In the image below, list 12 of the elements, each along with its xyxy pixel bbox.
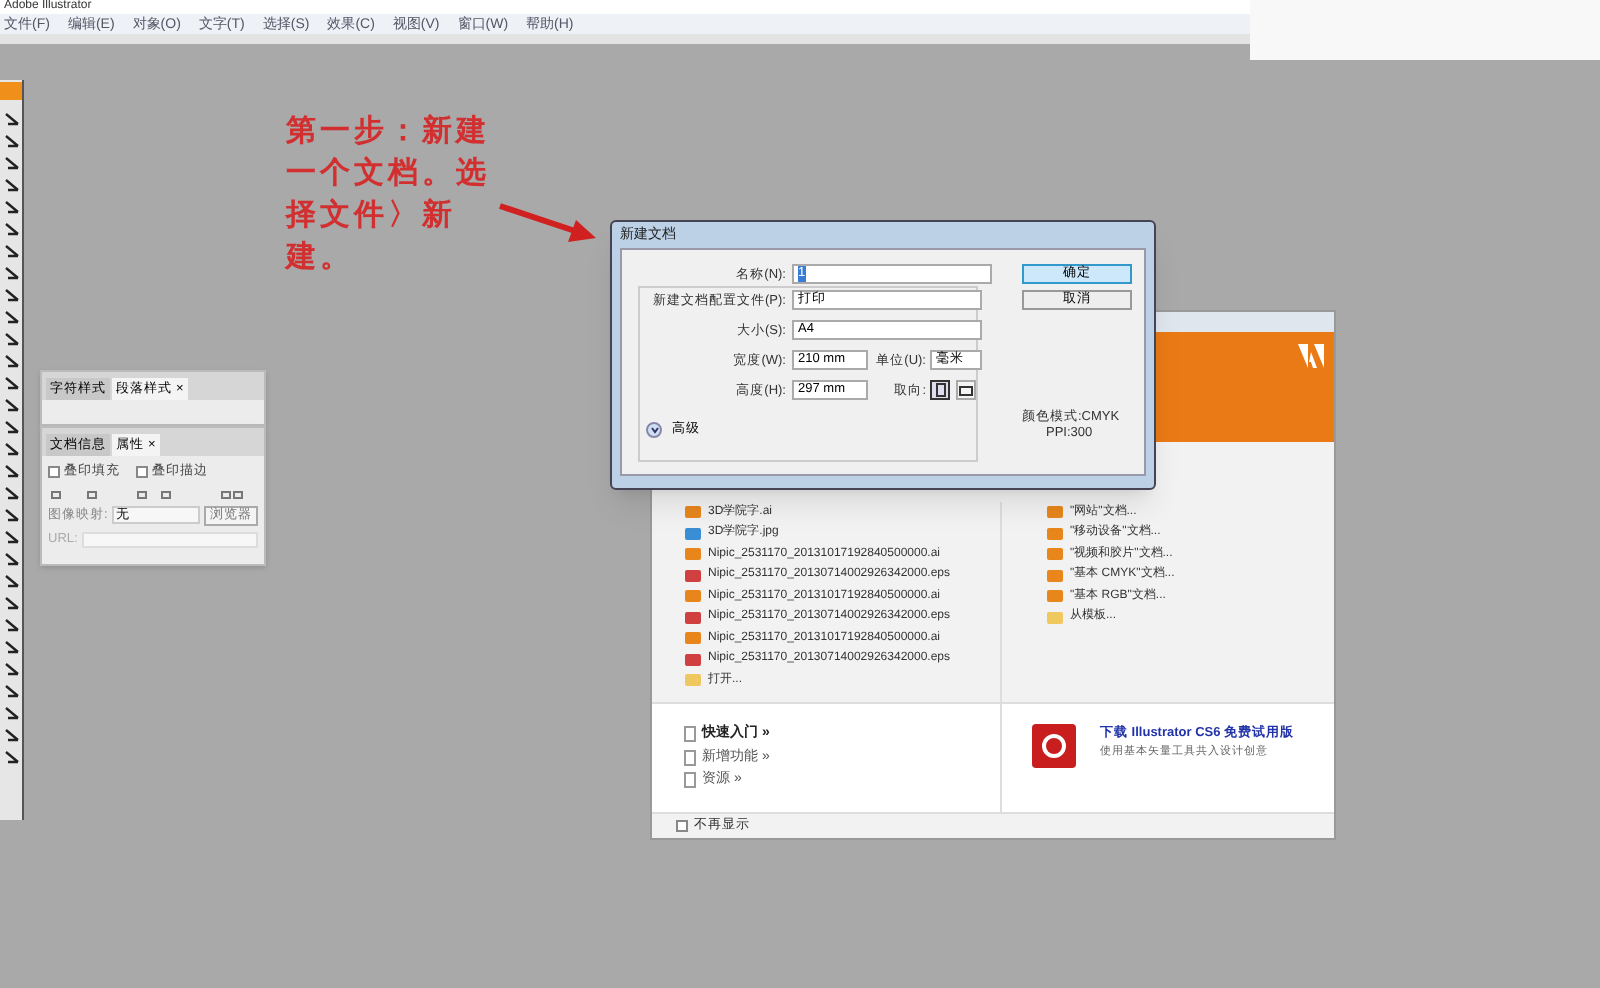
- annotation-text: 第一步：新建一个文档。选择文件〉新建。: [286, 112, 492, 278]
- checkbox[interactable]: [136, 465, 148, 478]
- landscape-button[interactable]: [956, 380, 976, 400]
- arrow-icon: [496, 200, 600, 248]
- adobe-logo-icon: [1294, 340, 1326, 372]
- app-logo-icon: [0, 82, 22, 100]
- checkbox[interactable]: [676, 820, 688, 832]
- expand-button[interactable]: [646, 422, 662, 438]
- checkbox[interactable]: [48, 465, 60, 478]
- portrait-button[interactable]: [930, 380, 950, 400]
- url-field[interactable]: [81, 531, 258, 548]
- creative-cloud-icon: [1032, 724, 1076, 768]
